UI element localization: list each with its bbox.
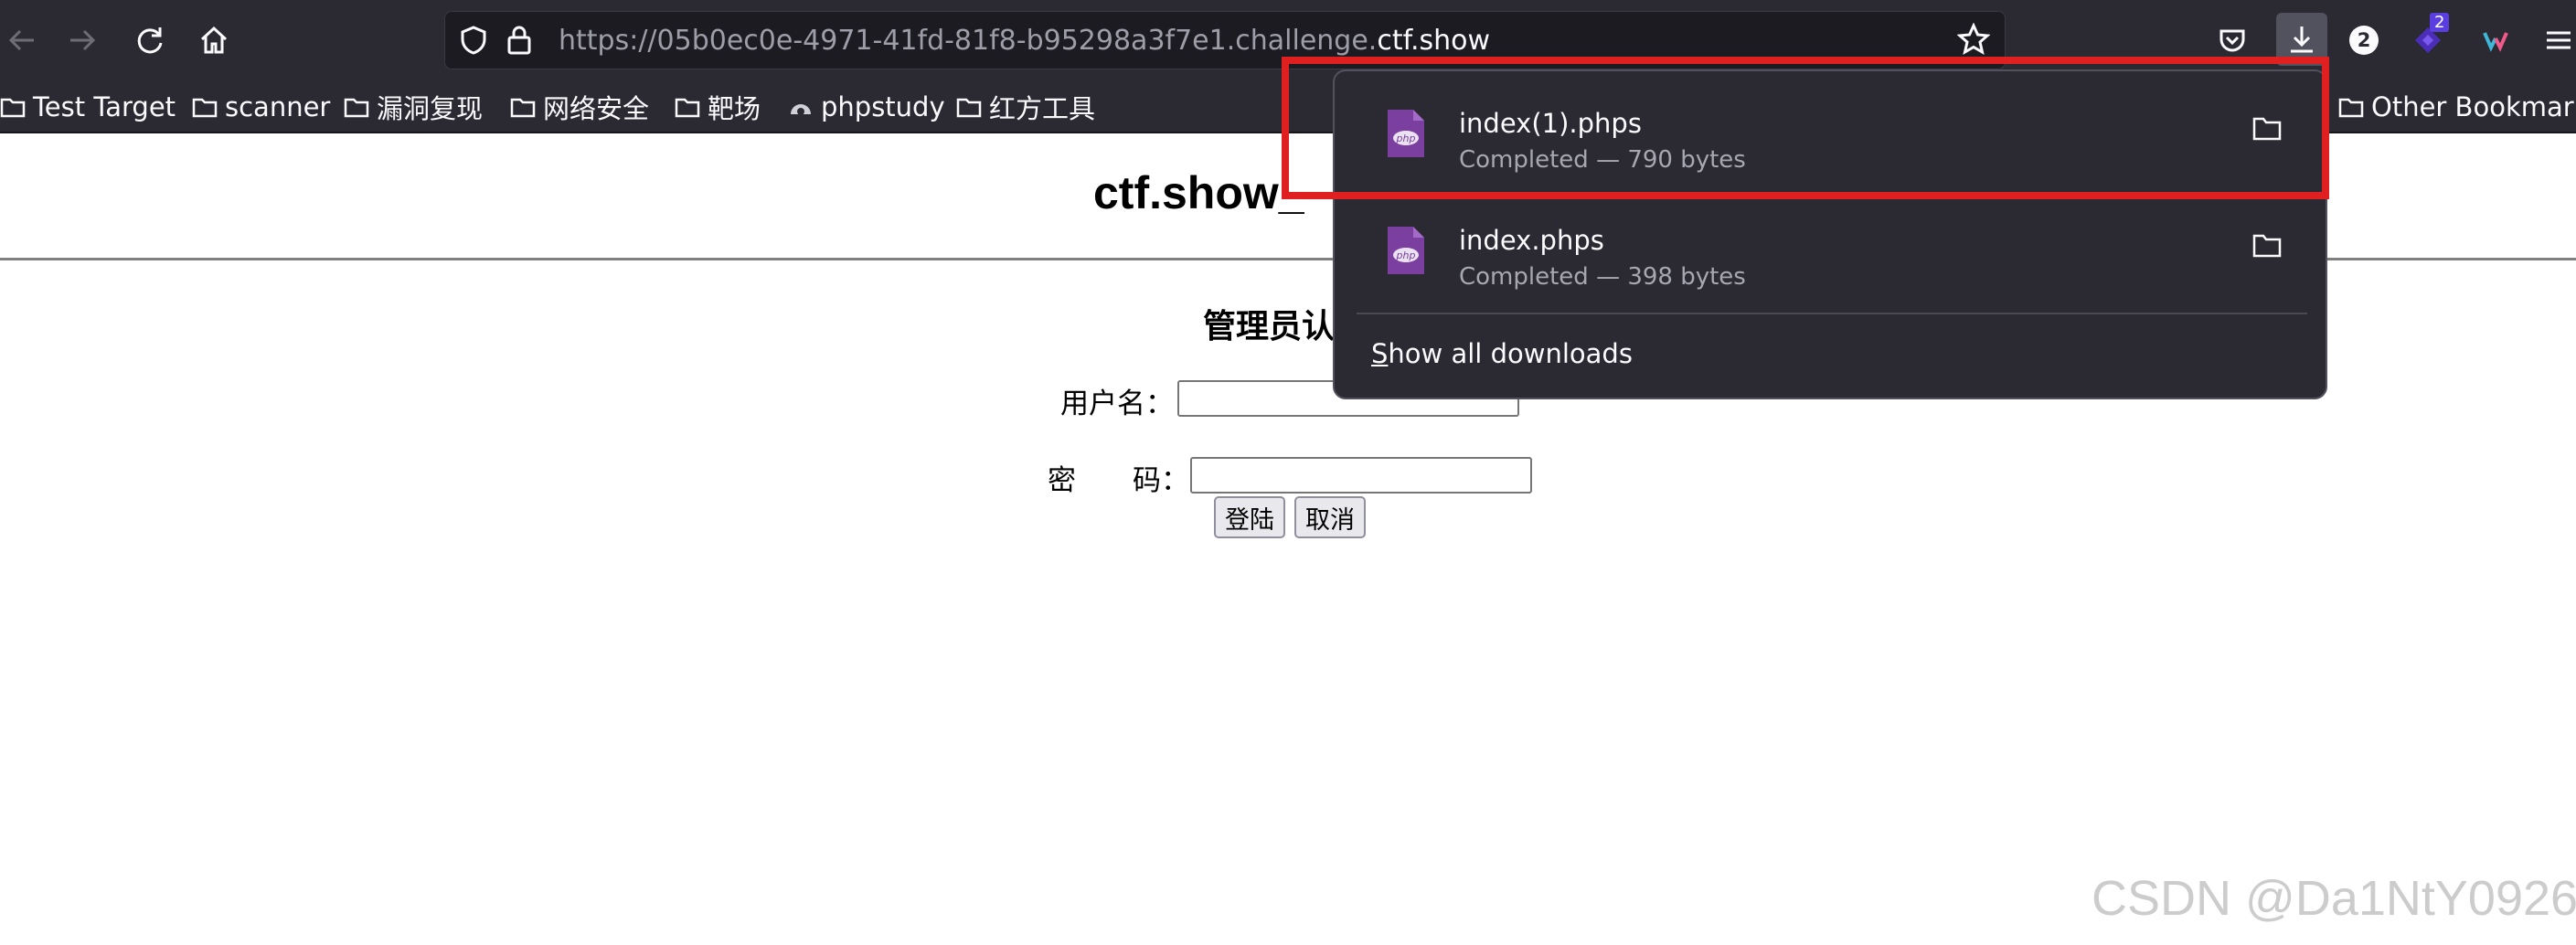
download-item[interactable]: php index.phps Completed — 398 bytes (1357, 199, 2307, 307)
downloads-separator (1357, 313, 2307, 314)
password-label: 密 码： (1048, 464, 1189, 497)
folder-icon (0, 98, 26, 118)
shield-icon (461, 26, 486, 55)
bookmark-phpstudy[interactable]: phpstudy (788, 90, 945, 124)
extension-badge: 2 (2430, 13, 2450, 32)
form-heading: 管理员认 (1203, 308, 1336, 345)
phpstudy-icon (791, 104, 811, 115)
bookmark-label: scanner (225, 91, 331, 122)
url-text[interactable]: https://05b0ec0e-4971-41fd-81f8-b95298a3… (559, 25, 1490, 57)
highlight-annotation-box (1282, 57, 2329, 199)
folder-icon (192, 98, 218, 118)
bookmark-label: Other Bookmarks (2371, 91, 2576, 122)
cancel-button[interactable]: 取消 (1294, 496, 1366, 538)
back-button[interactable] (0, 18, 44, 62)
watermark: CSDN @Da1NtY0926 (2092, 871, 2576, 926)
reload-button[interactable] (128, 18, 172, 62)
bookmark-folder-net-security[interactable]: 网络安全 (510, 90, 649, 124)
menu-button[interactable] (2539, 18, 2576, 62)
bookmark-label: 网络安全 (543, 93, 650, 124)
bookmark-folder-other[interactable]: Other Bookmarks (2338, 90, 2576, 124)
bookmark-label: phpstudy (821, 91, 945, 122)
bookmark-label: Test Target (33, 91, 176, 122)
extension-button[interactable]: 2 (2406, 13, 2450, 62)
bookmark-label: 漏洞复现 (377, 93, 484, 124)
url-prefix: https://05b0ec0e-4971-41fd-81f8-b95298a3… (559, 25, 1378, 57)
bookmark-star-icon[interactable] (1957, 23, 1990, 56)
bookmark-label: 靶场 (708, 93, 761, 124)
notification-badge-icon: 2 (2349, 26, 2379, 55)
hamburger-menu-icon (2547, 31, 2571, 49)
svg-text:php: php (1396, 250, 1416, 261)
download-status: Completed — 398 bytes (1459, 263, 1746, 291)
notification-button[interactable]: 2 (2342, 18, 2386, 62)
notification-count: 2 (2357, 29, 2371, 51)
php-file-icon: php (1388, 227, 1424, 274)
show-all-label: how all downloads (1388, 338, 1633, 369)
bookmark-folder-test-target[interactable]: Test Target (0, 90, 176, 124)
url-host: ctf.show (1377, 25, 1491, 57)
show-all-downloads-button[interactable]: Show all downloads (1371, 338, 1633, 369)
folder-icon (2338, 98, 2364, 118)
bookmark-folder-scanner[interactable]: scanner (192, 90, 330, 124)
bookmark-folder-range[interactable]: 靶场 (675, 90, 761, 124)
login-button[interactable]: 登陆 (1214, 496, 1285, 538)
wappalyzer-button[interactable] (2474, 18, 2517, 62)
page-title: ctf.show_ (1093, 167, 1304, 218)
forward-button[interactable] (60, 18, 104, 62)
password-input[interactable] (1190, 457, 1532, 494)
pocket-button[interactable] (2210, 18, 2254, 62)
folder-icon (344, 98, 369, 118)
download-filename: index.phps (1459, 225, 1604, 256)
arrow-left-icon (8, 29, 34, 51)
folder-icon (510, 98, 536, 118)
bookmark-folder-vuln-repro[interactable]: 漏洞复现 (344, 90, 483, 124)
arrow-right-icon (70, 29, 96, 51)
show-all-accesskey: S (1371, 338, 1389, 369)
home-icon (200, 26, 228, 54)
home-button[interactable] (192, 18, 236, 62)
folder-icon (956, 98, 982, 118)
folder-icon[interactable] (2252, 232, 2282, 258)
pocket-icon (2219, 29, 2245, 52)
lock-icon (507, 26, 531, 55)
folder-icon (675, 98, 700, 118)
bookmark-folder-red-tools[interactable]: 红方工具 (956, 90, 1095, 124)
wappalyzer-icon (2483, 32, 2508, 52)
reload-icon (137, 27, 163, 54)
username-label: 用户名： (1060, 388, 1174, 420)
download-icon (2291, 27, 2313, 53)
bookmark-label: 红方工具 (989, 93, 1096, 124)
